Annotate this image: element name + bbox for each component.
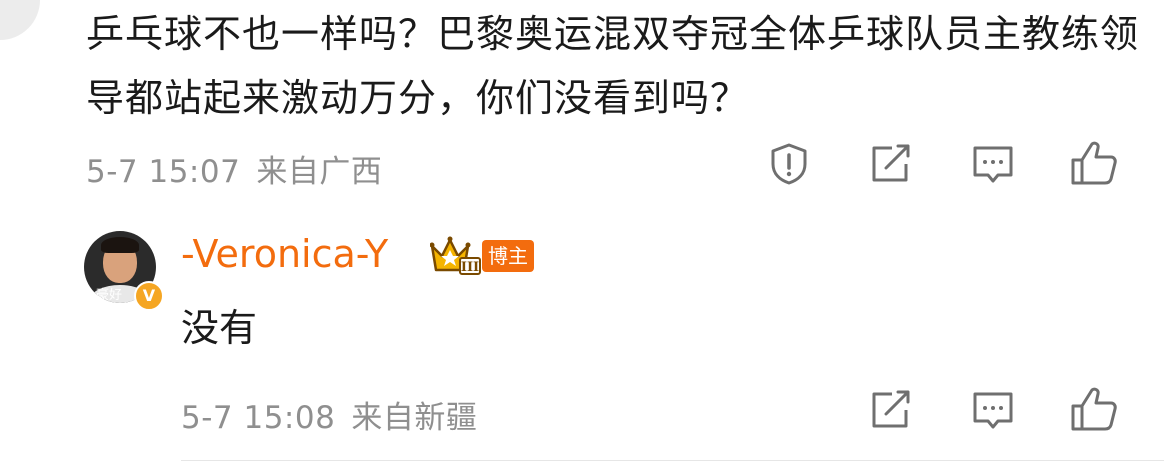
comment-icon[interactable] bbox=[972, 145, 1014, 185]
reply-meta: 5-7 15:08 来自新疆 bbox=[181, 392, 477, 437]
reply-forward-icon[interactable] bbox=[870, 390, 912, 430]
reply-time: 5-7 15:08 bbox=[181, 400, 336, 436]
reply-username[interactable]: -Veronica-Y bbox=[181, 232, 388, 276]
avatar-hair bbox=[101, 237, 139, 253]
crown-level-icon: III bbox=[429, 236, 484, 280]
crown-level-text: III bbox=[461, 260, 479, 275]
blogger-tag: 博主 bbox=[482, 240, 534, 272]
previous-avatar[interactable] bbox=[0, 0, 40, 40]
comment-location: 来自广西 bbox=[256, 154, 383, 190]
reply-text: 没有 bbox=[181, 306, 258, 350]
divider bbox=[181, 460, 1164, 461]
reply-like-icon[interactable] bbox=[1070, 386, 1118, 432]
like-icon[interactable] bbox=[1070, 140, 1118, 186]
reply-location: 来自新疆 bbox=[351, 400, 478, 436]
comment-text: 乒乓球不也一样吗？巴黎奥运混双夺冠全体乒球队员主教练领导都站起来激动万分，你们没… bbox=[86, 12, 1140, 120]
forward-icon[interactable] bbox=[870, 144, 912, 184]
comment-time: 5-7 15:07 bbox=[86, 154, 241, 190]
reply-comment-icon[interactable] bbox=[972, 391, 1014, 431]
comment-meta: 5-7 15:07 来自广西 bbox=[86, 146, 382, 191]
avatar-caption: 豪好 bbox=[96, 288, 123, 303]
report-icon[interactable] bbox=[768, 142, 810, 186]
verified-badge-icon: V bbox=[134, 281, 164, 311]
